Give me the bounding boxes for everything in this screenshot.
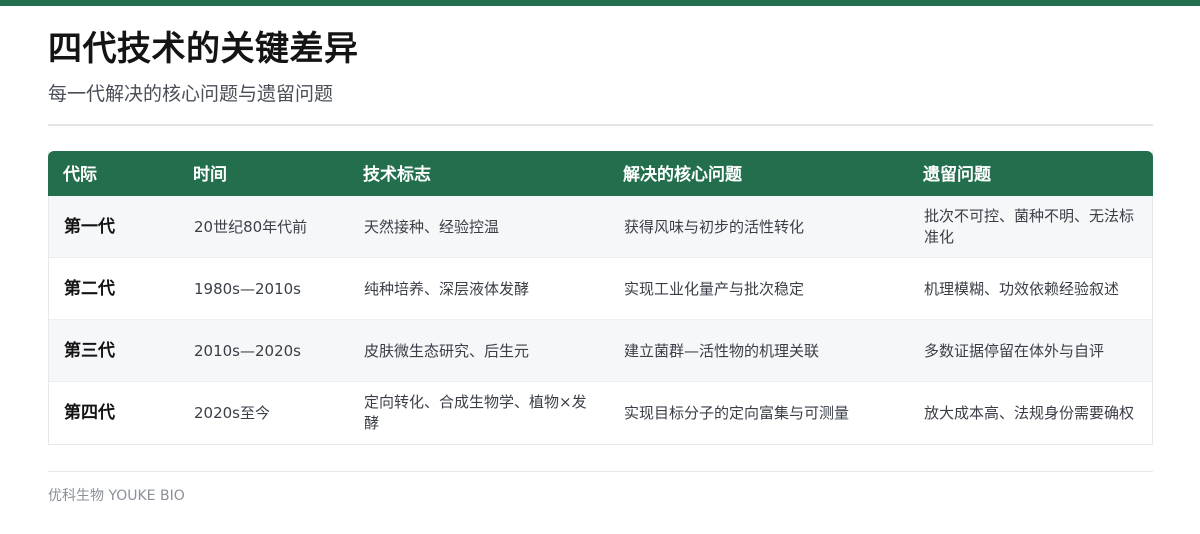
header-cell-remaining-issue: 遗留问题 xyxy=(923,165,991,185)
time-cell: 2010s—2020s xyxy=(194,341,301,360)
technology-cell: 定向转化、合成生物学、植物×发酵 xyxy=(364,393,587,432)
table-header: 代际 时间 技术标志 解决的核心问题 遗留问题 xyxy=(48,151,1153,196)
generation-cell: 第二代 xyxy=(64,278,115,299)
technology-cell: 纯种培养、深层液体发酵 xyxy=(364,279,530,298)
table-row: 第四代 2020s至今 定向转化、合成生物学、植物×发酵 实现目标分子的定向富集… xyxy=(49,382,1152,444)
page-title: 四代技术的关键差异 xyxy=(48,29,359,69)
solved-problem-cell: 建立菌群—活性物的机理关联 xyxy=(624,341,820,360)
solved-problem-cell: 获得风味与初步的活性转化 xyxy=(624,217,805,236)
remaining-issue-cell: 多数证据停留在体外与自评 xyxy=(924,341,1105,360)
divider xyxy=(48,124,1153,126)
header-cell-solved-problem: 解决的核心问题 xyxy=(623,165,742,185)
comparison-table: 代际 时间 技术标志 解决的核心问题 遗留问题 第一代 20世纪80年代前 天然… xyxy=(48,151,1153,445)
generation-cell: 第三代 xyxy=(64,340,115,361)
top-accent-bar xyxy=(0,0,1200,6)
table-row: 第三代 2010s—2020s 皮肤微生态研究、后生元 建立菌群—活性物的机理关… xyxy=(49,320,1152,382)
remaining-issue-cell: 批次不可控、菌种不明、无法标准化 xyxy=(924,207,1135,246)
footer-brand: 优科生物 YOUKE BIO xyxy=(48,488,185,504)
technology-cell: 天然接种、经验控温 xyxy=(364,217,500,236)
header-cell-generation: 代际 xyxy=(63,165,97,185)
footer-divider xyxy=(48,471,1153,472)
time-cell: 2020s至今 xyxy=(194,403,270,422)
solved-problem-cell: 实现目标分子的定向富集与可测量 xyxy=(624,403,850,422)
solved-problem-cell: 实现工业化量产与批次稳定 xyxy=(624,279,805,298)
time-cell: 1980s—2010s xyxy=(194,279,301,298)
remaining-issue-cell: 机理模糊、功效依赖经验叙述 xyxy=(924,279,1120,298)
table-row: 第一代 20世纪80年代前 天然接种、经验控温 获得风味与初步的活性转化 批次不… xyxy=(49,196,1152,258)
time-cell: 20世纪80年代前 xyxy=(194,217,308,236)
page-subtitle: 每一代解决的核心问题与遗留问题 xyxy=(48,83,334,105)
header-cell-time: 时间 xyxy=(193,165,227,185)
generation-cell: 第四代 xyxy=(64,402,115,423)
generation-cell: 第一代 xyxy=(64,216,115,237)
header-cell-technology: 技术标志 xyxy=(363,165,431,185)
remaining-issue-cell: 放大成本高、法规身份需要确权 xyxy=(924,403,1135,422)
technology-cell: 皮肤微生态研究、后生元 xyxy=(364,341,530,360)
table-row: 第二代 1980s—2010s 纯种培养、深层液体发酵 实现工业化量产与批次稳定… xyxy=(49,258,1152,320)
